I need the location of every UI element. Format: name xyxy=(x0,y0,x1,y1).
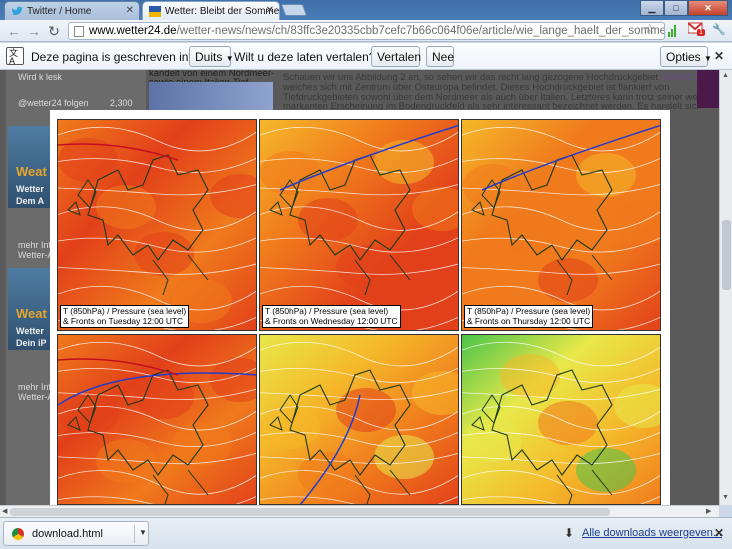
sidebar-text: @wetter24 folgen xyxy=(18,98,89,108)
chevron-down-icon[interactable]: ▼ xyxy=(139,528,147,537)
chevron-down-icon: ▼ xyxy=(225,54,234,63)
tab-close-icon[interactable]: ✕ xyxy=(266,5,274,16)
tab-close-icon[interactable]: ✕ xyxy=(126,5,134,16)
chrome-file-icon xyxy=(12,528,24,540)
divider xyxy=(134,525,135,543)
gmail-badge: 1 xyxy=(697,29,705,36)
tile-text: Dein iP xyxy=(16,338,47,348)
weather-map-image xyxy=(462,335,660,504)
url-host: www.wetter24.de xyxy=(89,25,177,37)
tile-text: Weat xyxy=(16,306,47,321)
image-lightbox[interactable]: T (850hPa) / Pressure (sea level) & Front… xyxy=(50,110,670,505)
tab-strip: Twitter / Home ✕ Wetter: Bleibt der Somm… xyxy=(0,0,732,20)
weather-map-wednesday[interactable]: T (850hPa) / Pressure (sea level) & Front… xyxy=(259,119,459,331)
download-item[interactable]: download.html ▼ xyxy=(3,521,149,546)
tile-text: Weat xyxy=(16,164,47,179)
map-caption: T (850hPa) / Pressure (sea level) & Front… xyxy=(464,305,594,328)
page-content: Wird k lesk @wetter24 folgen 2,300 Weat … xyxy=(0,70,719,505)
weather-map-image xyxy=(58,120,256,330)
tab-label: Twitter / Home xyxy=(27,6,92,17)
download-shelf: download.html ▼ ⬇ Alle downloads weergev… xyxy=(0,517,732,549)
map-caption: T (850hPa) / Pressure (sea level) & Front… xyxy=(262,305,401,328)
page-icon xyxy=(74,26,84,37)
shelf-close-icon[interactable]: ✕ xyxy=(714,526,724,540)
weather-map-tuesday[interactable]: T (850hPa) / Pressure (sea level) & Front… xyxy=(57,119,257,331)
weather-tile[interactable]: Weat Wetter Dem A xyxy=(8,126,52,208)
wetter24-favicon-icon xyxy=(149,6,161,17)
sidebar-link[interactable]: Wetter-A xyxy=(18,250,53,260)
scroll-left-icon[interactable]: ◀ xyxy=(2,507,7,515)
download-filename: download.html xyxy=(32,528,103,540)
ad-strip xyxy=(697,70,719,108)
no-button[interactable]: Nee xyxy=(426,46,454,67)
scrollbar-thumb[interactable] xyxy=(10,508,610,516)
twitter-bird-icon xyxy=(11,6,23,15)
new-tab-button[interactable] xyxy=(280,4,308,16)
weather-tile[interactable]: Weat Wetter Dein iP xyxy=(8,268,52,350)
tile-text: Wetter xyxy=(16,326,44,336)
translate-infobar: 文A Deze pagina is geschreven in het Duit… xyxy=(0,43,732,70)
map-caption: T (850hPa) / Pressure (sea level) & Front… xyxy=(60,305,190,328)
browser-toolbar: ← → ↻ www.wetter24.de/wetter-news/news/c… xyxy=(0,20,732,42)
weather-map-thursday[interactable]: T (850hPa) / Pressure (sea level) & Front… xyxy=(461,119,661,331)
bookmark-star-icon[interactable]: ☆ xyxy=(644,21,656,37)
options-button[interactable]: Opties ▼ xyxy=(660,46,712,67)
translate-question: Wilt u deze laten vertalen? xyxy=(234,50,376,64)
scrollbar-thumb[interactable] xyxy=(722,220,731,290)
scroll-up-icon[interactable]: ▲ xyxy=(722,72,729,79)
language-value: Duits xyxy=(195,50,223,64)
scroll-down-icon[interactable]: ▼ xyxy=(722,494,729,501)
maximize-button[interactable]: □ xyxy=(664,0,688,16)
weather-map-saturday[interactable] xyxy=(259,334,459,505)
scroll-right-icon[interactable]: ▶ xyxy=(706,507,711,515)
tab-twitter[interactable]: Twitter / Home ✕ xyxy=(4,1,140,20)
tile-text: Wetter xyxy=(16,184,44,194)
show-all-downloads-link[interactable]: Alle downloads weergeven... xyxy=(582,527,722,539)
horizontal-scrollbar[interactable]: ◀ ▶ xyxy=(0,505,719,517)
signal-bars-icon[interactable] xyxy=(668,23,678,37)
sidebar-count: 2,300 xyxy=(110,98,133,108)
minimize-button[interactable]: ▁ xyxy=(640,0,664,16)
weather-map-image xyxy=(260,335,458,504)
wrench-menu-icon[interactable]: 🔧 xyxy=(712,23,726,36)
translate-icon: 文A xyxy=(6,47,24,66)
download-arrow-icon: ⬇ xyxy=(564,526,575,540)
forward-arrow-icon[interactable]: → xyxy=(26,23,42,39)
tab-wetter[interactable]: Wetter: Bleibt der Sommer ✕ xyxy=(142,1,280,20)
tab-label: Wetter: Bleibt der Sommer xyxy=(165,6,280,17)
weather-map-image xyxy=(58,335,256,504)
translate-prefix: Deze pagina is geschreven in het xyxy=(31,50,209,64)
gmail-icon[interactable]: 1 xyxy=(687,22,705,36)
weather-map-friday[interactable] xyxy=(57,334,257,505)
translate-button[interactable]: Vertalen xyxy=(371,46,421,67)
back-arrow-icon[interactable]: ← xyxy=(6,23,22,39)
vertical-scrollbar[interactable]: ▲ ▼ xyxy=(719,70,732,505)
address-bar[interactable]: www.wetter24.de/wetter-news/news/ch/83ff… xyxy=(68,22,665,40)
weather-map-image xyxy=(462,120,660,330)
sidebar-text: Wird k lesk xyxy=(18,72,63,82)
tile-text: Dem A xyxy=(16,196,45,206)
sidebar-link[interactable]: Wetter-A xyxy=(18,392,53,402)
reload-icon[interactable]: ↻ xyxy=(46,23,62,39)
chevron-down-icon: ▼ xyxy=(704,54,712,63)
language-select[interactable]: Duits ▼ xyxy=(189,46,234,67)
browser-window: Twitter / Home ✕ Wetter: Bleibt der Somm… xyxy=(0,0,732,549)
close-window-button[interactable]: ✕ xyxy=(688,0,728,16)
window-controls: ▁ □ ✕ xyxy=(640,0,728,16)
url-path: /wetter-news/news/ch/83ffc3e20335cbb7cef… xyxy=(176,25,665,37)
translate-close-icon[interactable]: ✕ xyxy=(714,49,724,63)
weather-map-sunday[interactable] xyxy=(461,334,661,505)
weather-map-image xyxy=(260,120,458,330)
options-label: Opties xyxy=(666,50,701,64)
